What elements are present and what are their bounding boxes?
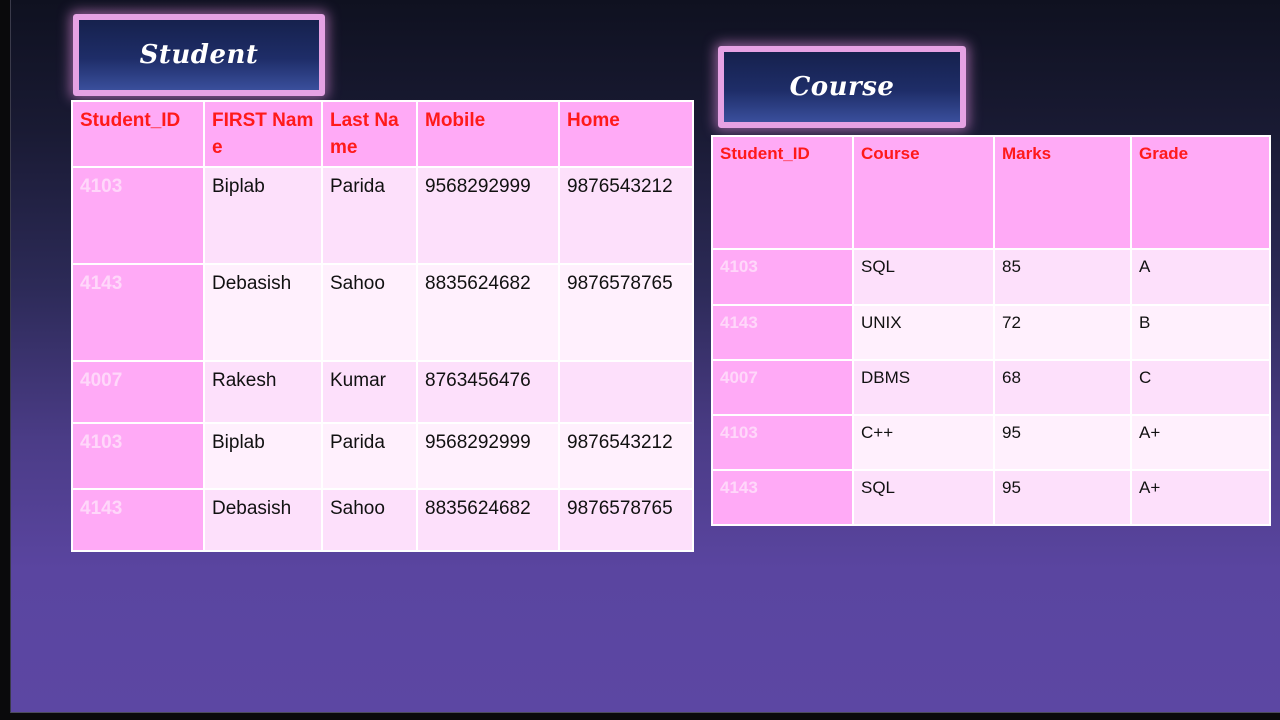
last-name-cell: Parida: [321, 166, 418, 265]
table-row: 4143 UNIX 72 B: [711, 304, 1271, 361]
grade-cell: C: [1130, 359, 1271, 416]
last-name-cell: Sahoo: [321, 488, 418, 552]
course-name-cell: C++: [852, 414, 995, 471]
student-title-box: Student: [73, 14, 325, 96]
course-title-box: Course: [718, 46, 966, 128]
first-name-cell: Debasish: [203, 263, 323, 362]
course-header-student-id: Student_ID: [711, 135, 854, 250]
last-name-cell: Sahoo: [321, 263, 418, 362]
first-name-cell: Rakesh: [203, 360, 323, 424]
student-title: Student: [139, 40, 259, 70]
course-header-row: Student_ID Course Marks Grade: [711, 135, 1271, 250]
home-cell: 9876578765: [558, 263, 694, 362]
grade-cell: A: [1130, 248, 1271, 306]
student-id-cell: 4103: [71, 166, 205, 265]
student-table: Student_ID FIRST Name Last Name Mobile H…: [71, 100, 694, 552]
mobile-cell: 8835624682: [416, 263, 560, 362]
course-header-grade: Grade: [1130, 135, 1271, 250]
course-name-cell: UNIX: [852, 304, 995, 361]
home-cell: [558, 360, 694, 424]
course-student-id-cell: 4103: [711, 248, 854, 306]
course-name-cell: DBMS: [852, 359, 995, 416]
table-row: 4103 Biplab Parida 9568292999 9876543212: [71, 166, 694, 265]
student-header-home: Home: [558, 100, 694, 168]
marks-cell: 85: [993, 248, 1132, 306]
first-name-cell: Biplab: [203, 422, 323, 490]
slide-background: Student Student_ID FIRST Name Last Name …: [10, 0, 1280, 713]
marks-cell: 72: [993, 304, 1132, 361]
course-name-cell: SQL: [852, 469, 995, 526]
marks-cell: 95: [993, 469, 1132, 526]
last-name-cell: Kumar: [321, 360, 418, 424]
course-table: Student_ID Course Marks Grade 4103 SQL 8…: [711, 135, 1271, 526]
table-row: 4103 Biplab Parida 9568292999 9876543212: [71, 422, 694, 490]
course-header-marks: Marks: [993, 135, 1132, 250]
table-row: 4103 SQL 85 A: [711, 248, 1271, 306]
marks-cell: 95: [993, 414, 1132, 471]
student-id-cell: 4143: [71, 263, 205, 362]
home-cell: 9876578765: [558, 488, 694, 552]
home-cell: 9876543212: [558, 166, 694, 265]
mobile-cell: 8835624682: [416, 488, 560, 552]
student-header-first-name: FIRST Name: [203, 100, 323, 168]
course-student-id-cell: 4143: [711, 469, 854, 526]
home-cell: 9876543212: [558, 422, 694, 490]
marks-cell: 68: [993, 359, 1132, 416]
grade-cell: A+: [1130, 414, 1271, 471]
student-header-last-name: Last Name: [321, 100, 418, 168]
grade-cell: B: [1130, 304, 1271, 361]
table-row: 4143 Debasish Sahoo 8835624682 987657876…: [71, 263, 694, 362]
first-name-cell: Debasish: [203, 488, 323, 552]
course-student-id-cell: 4103: [711, 414, 854, 471]
table-row: 4007 DBMS 68 C: [711, 359, 1271, 416]
student-id-cell: 4143: [71, 488, 205, 552]
student-id-cell: 4007: [71, 360, 205, 424]
course-student-id-cell: 4007: [711, 359, 854, 416]
table-row: 4143 SQL 95 A+: [711, 469, 1271, 526]
student-header-student-id: Student_ID: [71, 100, 205, 168]
mobile-cell: 9568292999: [416, 422, 560, 490]
student-header-row: Student_ID FIRST Name Last Name Mobile H…: [71, 100, 694, 168]
first-name-cell: Biplab: [203, 166, 323, 265]
last-name-cell: Parida: [321, 422, 418, 490]
student-header-mobile: Mobile: [416, 100, 560, 168]
table-row: 4143 Debasish Sahoo 8835624682 987657876…: [71, 488, 694, 552]
student-id-cell: 4103: [71, 422, 205, 490]
course-student-id-cell: 4143: [711, 304, 854, 361]
grade-cell: A+: [1130, 469, 1271, 526]
mobile-cell: 8763456476: [416, 360, 560, 424]
course-title: Course: [789, 72, 895, 102]
course-header-course: Course: [852, 135, 995, 250]
table-row: 4007 Rakesh Kumar 8763456476: [71, 360, 694, 424]
course-name-cell: SQL: [852, 248, 995, 306]
table-row: 4103 C++ 95 A+: [711, 414, 1271, 471]
mobile-cell: 9568292999: [416, 166, 560, 265]
